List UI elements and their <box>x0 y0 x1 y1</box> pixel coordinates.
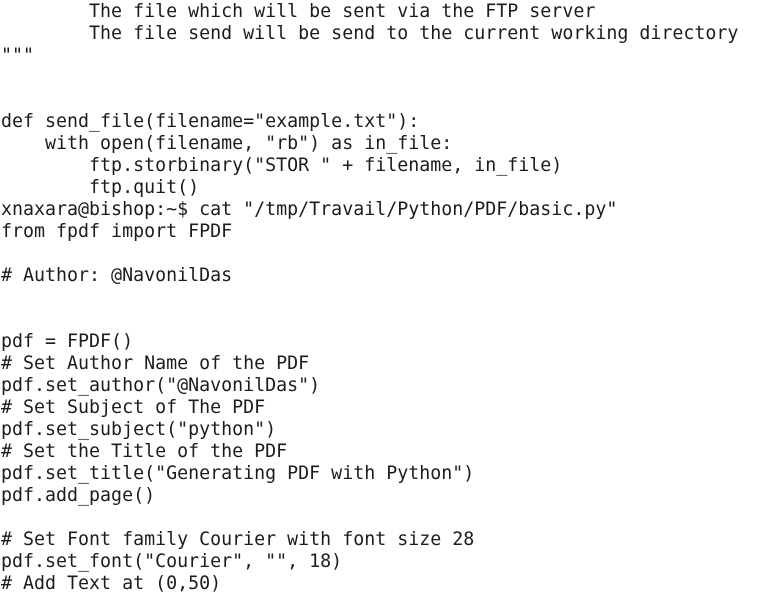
terminal-line: pdf.set_author("@NavonilDas") <box>1 375 321 396</box>
terminal-line: # Author: @NavonilDas <box>1 265 233 286</box>
terminal-line: # Set Author Name of the PDF <box>1 353 310 374</box>
terminal-prompt-line: xnaxara@bishop:~$ cat "/tmp/Travail/Pyth… <box>1 199 618 220</box>
terminal-line: def send_file(filename="example.txt"): <box>1 111 420 132</box>
terminal-line: pdf.add_page() <box>1 485 156 506</box>
terminal-line: The file send will be send to the curren… <box>1 23 739 44</box>
terminal-line: from fpdf import FPDF <box>1 221 233 242</box>
terminal-line: pdf.set_font("Courier", "", 18) <box>1 551 343 572</box>
terminal-line: # Set Subject of The PDF <box>1 397 266 418</box>
terminal-line: with open(filename, "rb") as in_file: <box>1 133 453 154</box>
terminal-line: # Add Text at (0,50) <box>1 573 222 594</box>
terminal-line: ftp.quit() <box>1 177 200 198</box>
terminal-line: """ <box>1 45 35 66</box>
terminal-line: pdf.set_subject("python") <box>1 419 277 440</box>
terminal-line: ftp.storbinary("STOR " + filename, in_fi… <box>1 155 563 176</box>
terminal-line: # Set the Title of the PDF <box>1 441 288 462</box>
terminal-line: The file which will be sent via the FTP … <box>1 1 596 22</box>
terminal-line: pdf.set_title("Generating PDF with Pytho… <box>1 463 475 484</box>
terminal-line: # Set Font family Courier with font size… <box>1 529 475 550</box>
terminal-line: pdf = FPDF() <box>1 331 134 352</box>
terminal-output[interactable]: The file which will be sent via the FTP … <box>0 0 782 597</box>
